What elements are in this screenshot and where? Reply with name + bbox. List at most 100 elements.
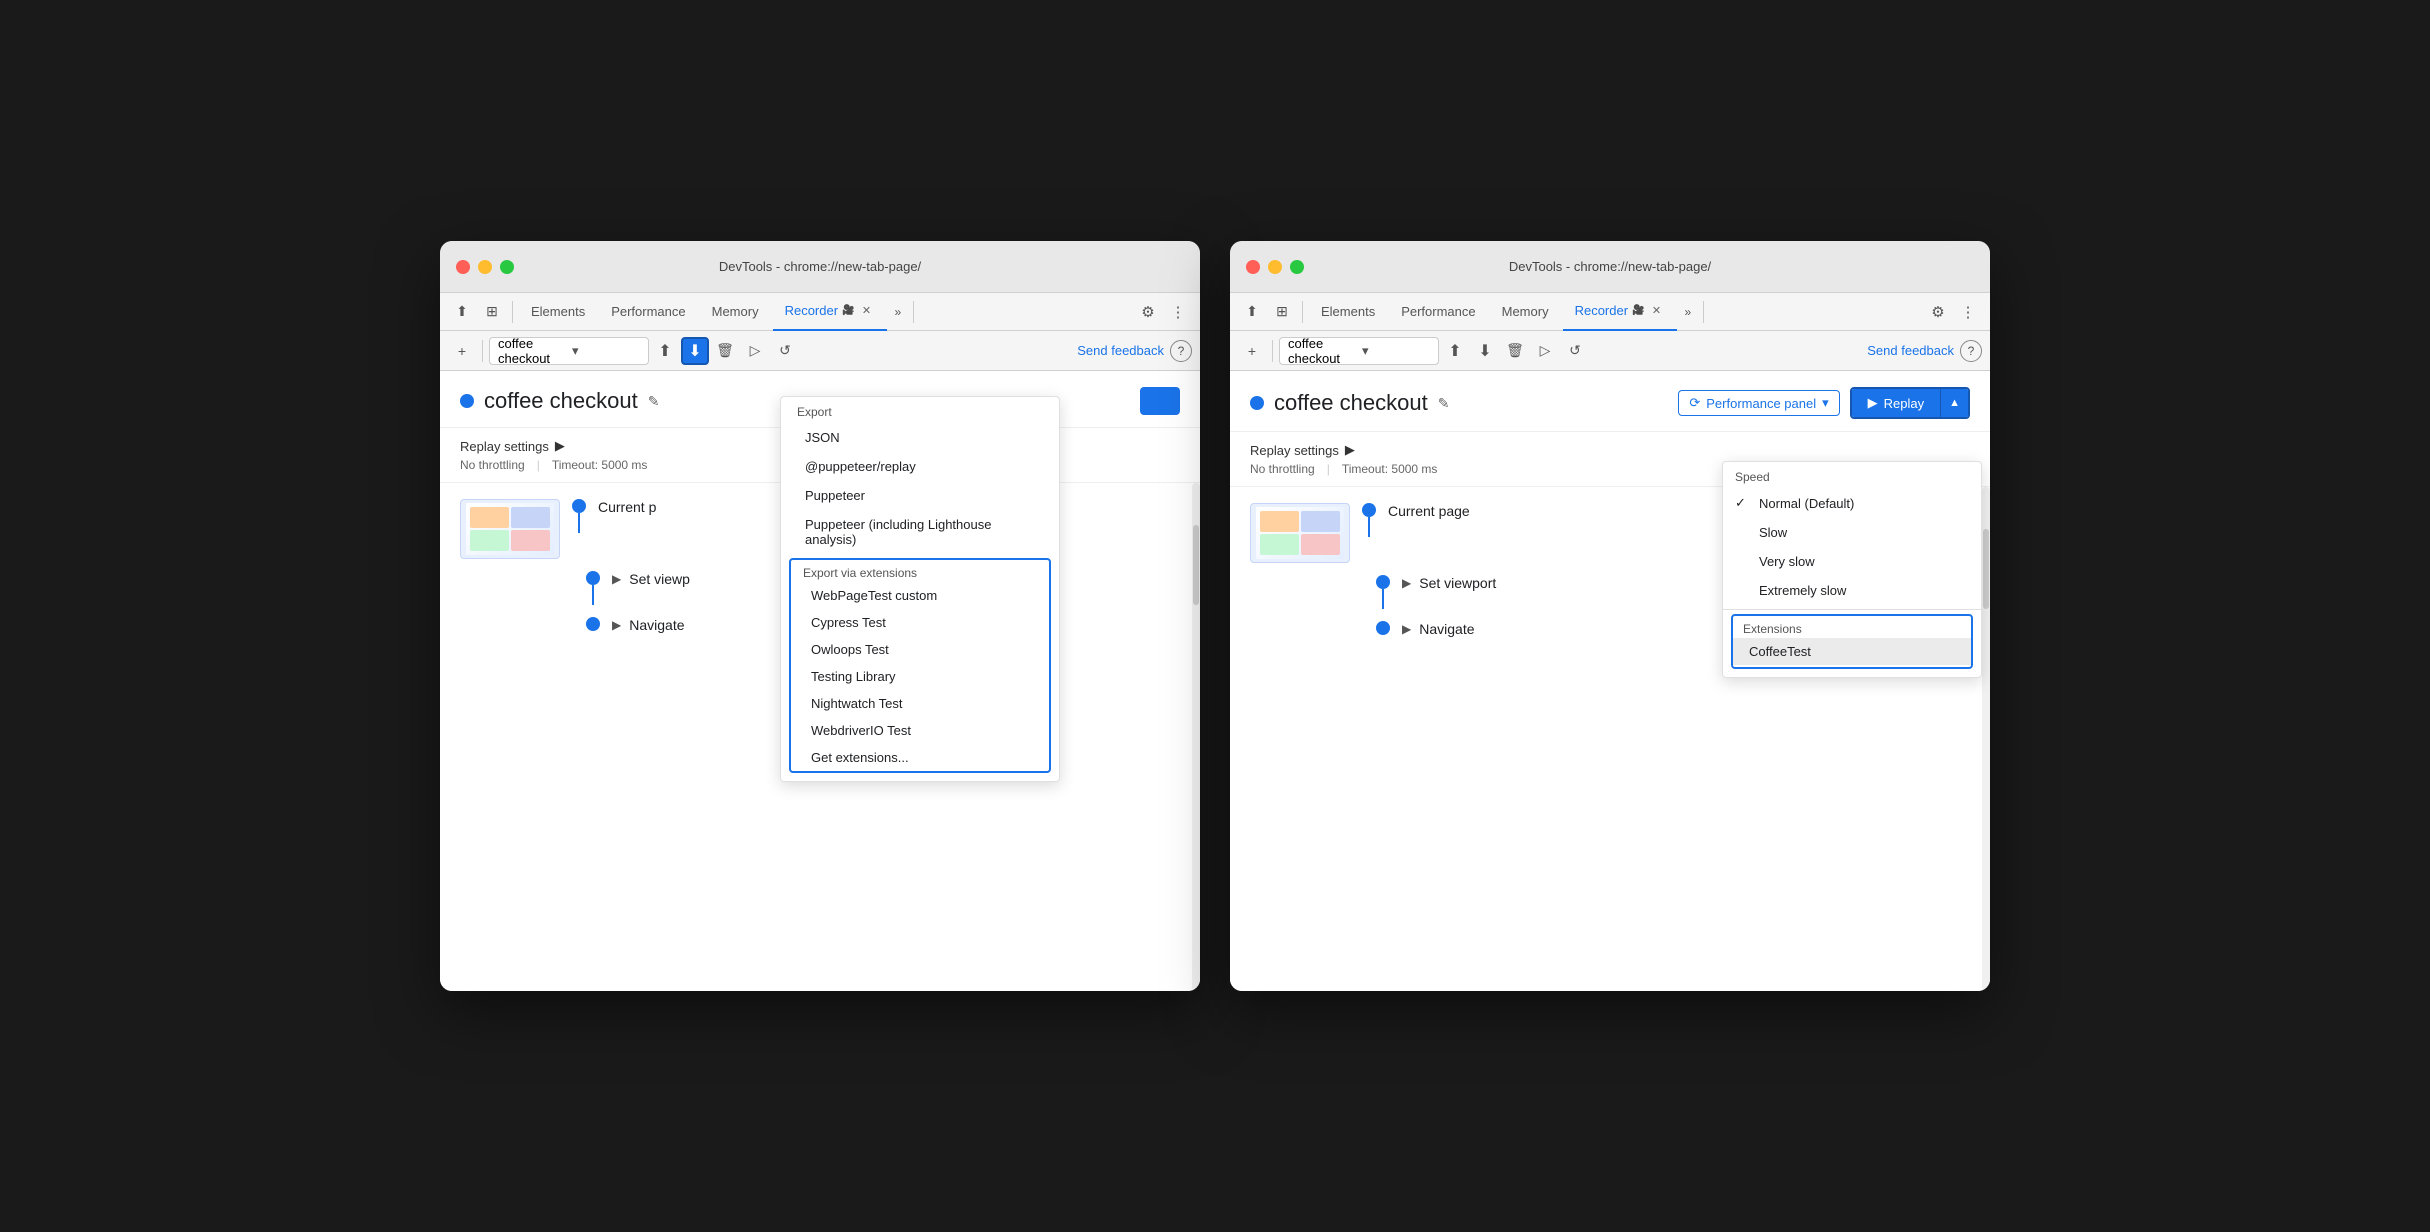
left-add-recording-button[interactable]: + bbox=[448, 337, 476, 365]
left-export-puppeteer[interactable]: Puppeteer bbox=[781, 481, 1059, 510]
left-close-button[interactable] bbox=[456, 260, 470, 274]
right-extensions-box: Extensions CoffeeTest bbox=[1731, 614, 1973, 669]
left-step-circle-page bbox=[572, 499, 586, 513]
left-play-step-button[interactable]: ▷ bbox=[741, 337, 769, 365]
left-send-feedback-link[interactable]: Send feedback bbox=[1073, 343, 1168, 358]
right-toolbar: + coffee checkout ▾ ⬆ ⬇ 🗑 ▷ ↺ Send feedb… bbox=[1230, 331, 1990, 371]
left-tab-recorder[interactable]: Recorder 🎥 ✕ bbox=[773, 293, 887, 331]
left-upload-button[interactable]: ⬆ bbox=[651, 337, 679, 365]
right-edit-icon[interactable]: ✎ bbox=[1438, 395, 1450, 412]
left-expand-viewport-icon[interactable]: ▶ bbox=[612, 572, 621, 586]
right-add-recording-button[interactable]: + bbox=[1238, 337, 1266, 365]
right-tab-more[interactable]: » bbox=[1679, 305, 1698, 319]
left-export-puppeteer-lighthouse[interactable]: Puppeteer (including Lighthouse analysis… bbox=[781, 510, 1059, 554]
left-delete-button[interactable]: 🗑 bbox=[711, 337, 739, 365]
left-maximize-button[interactable] bbox=[500, 260, 514, 274]
right-upload-button[interactable]: ⬆ bbox=[1441, 337, 1469, 365]
left-ext-testing-library[interactable]: Testing Library bbox=[791, 663, 1049, 690]
right-more-options-icon[interactable]: ⋮ bbox=[1954, 298, 1982, 326]
left-replay-area bbox=[1140, 387, 1180, 415]
left-more-options-icon[interactable]: ⋮ bbox=[1164, 298, 1192, 326]
right-play-step-button[interactable]: ▷ bbox=[1531, 337, 1559, 365]
right-step-nav-label: Navigate bbox=[1419, 621, 1474, 637]
right-thumbnail bbox=[1250, 503, 1350, 563]
right-speed-normal[interactable]: ✓ Normal (Default) bbox=[1723, 488, 1981, 518]
left-tab-more[interactable]: » bbox=[889, 305, 908, 319]
right-expand-viewport-icon[interactable]: ▶ bbox=[1402, 576, 1411, 590]
left-export-json[interactable]: JSON bbox=[781, 423, 1059, 452]
right-settings-icon[interactable]: ⚙ bbox=[1924, 298, 1952, 326]
right-maximize-button[interactable] bbox=[1290, 260, 1304, 274]
right-delete-button[interactable]: 🗑 bbox=[1501, 337, 1529, 365]
left-tab-memory[interactable]: Memory bbox=[700, 293, 771, 331]
right-coffee-test-item[interactable]: CoffeeTest bbox=[1733, 638, 1971, 665]
right-tab-elements[interactable]: Elements bbox=[1309, 293, 1387, 331]
left-export-dropdown: Export JSON @puppeteer/replay Puppeteer … bbox=[780, 396, 1060, 782]
right-throttling: No throttling bbox=[1250, 462, 1315, 476]
left-settings-icon[interactable]: ⚙ bbox=[1134, 298, 1162, 326]
left-scrollbar[interactable] bbox=[1192, 483, 1200, 991]
right-replay-button[interactable]: ▶ Replay bbox=[1852, 389, 1940, 417]
windows-container: DevTools - chrome://new-tab-page/ ⬆ ⊞ El… bbox=[440, 241, 1990, 991]
left-ext-webpagetest[interactable]: WebPageTest custom bbox=[791, 582, 1049, 609]
right-panels-icon[interactable]: ⊞ bbox=[1268, 298, 1296, 326]
left-ext-get-extensions[interactable]: Get extensions... bbox=[791, 744, 1049, 771]
left-export-puppeteer-replay[interactable]: @puppeteer/replay bbox=[781, 452, 1059, 481]
right-tab-divider bbox=[1302, 301, 1303, 323]
right-tab-performance[interactable]: Performance bbox=[1389, 293, 1487, 331]
right-download-button[interactable]: ⬇ bbox=[1471, 337, 1499, 365]
right-step-viewport-label: Set viewport bbox=[1419, 575, 1496, 591]
right-scrollbar-thumb[interactable] bbox=[1983, 529, 1989, 609]
left-panels-icon[interactable]: ⊞ bbox=[478, 298, 506, 326]
left-expand-nav-icon[interactable]: ▶ bbox=[612, 618, 621, 632]
right-replay-label: Replay bbox=[1884, 396, 1924, 411]
right-minimize-button[interactable] bbox=[1268, 260, 1282, 274]
right-scrollbar[interactable] bbox=[1982, 487, 1990, 991]
left-chevron-down-icon: ▾ bbox=[572, 343, 640, 359]
left-step-circle-viewport bbox=[586, 571, 600, 585]
left-step-nav-label: Navigate bbox=[629, 617, 684, 633]
right-step-circle-page bbox=[1362, 503, 1376, 517]
left-tab-recorder-close[interactable]: ✕ bbox=[859, 303, 875, 319]
left-ext-cypress[interactable]: Cypress Test bbox=[791, 609, 1049, 636]
left-toolbar-divider bbox=[482, 340, 483, 362]
left-cursor-icon[interactable]: ⬆ bbox=[448, 298, 476, 326]
left-ext-webdriverio[interactable]: WebdriverIO Test bbox=[791, 717, 1049, 744]
right-send-feedback-link[interactable]: Send feedback bbox=[1863, 343, 1958, 358]
left-minimize-button[interactable] bbox=[478, 260, 492, 274]
right-speed-extremely-slow[interactable]: Extremely slow bbox=[1723, 576, 1981, 605]
right-expand-nav-icon[interactable]: ▶ bbox=[1402, 622, 1411, 636]
right-speed-very-slow-label: Very slow bbox=[1759, 554, 1815, 569]
left-current-page-label: Current p bbox=[598, 499, 656, 515]
left-tab-divider2 bbox=[913, 301, 914, 323]
left-recording-selector[interactable]: coffee checkout ▾ bbox=[489, 337, 649, 365]
right-tab-recorder[interactable]: Recorder 🎥 ✕ bbox=[1563, 293, 1677, 331]
right-replay-settings-header[interactable]: Replay settings ▶ bbox=[1250, 442, 1970, 458]
left-edit-icon[interactable]: ✎ bbox=[648, 393, 660, 410]
left-toolbar: + coffee checkout ▾ ⬆ ⬇ 🗑 ▷ ↺ Send feedb… bbox=[440, 331, 1200, 371]
right-speed-very-slow[interactable]: Very slow bbox=[1723, 547, 1981, 576]
right-recording-name: coffee checkout bbox=[1288, 336, 1356, 366]
right-perf-panel-button[interactable]: ⟳ Performance panel ▾ bbox=[1678, 390, 1839, 416]
left-ext-nightwatch[interactable]: Nightwatch Test bbox=[791, 690, 1049, 717]
left-download-button[interactable]: ⬇ bbox=[681, 337, 709, 365]
right-recording-selector[interactable]: coffee checkout ▾ bbox=[1279, 337, 1439, 365]
left-redo-button[interactable]: ↺ bbox=[771, 337, 799, 365]
right-redo-button[interactable]: ↺ bbox=[1561, 337, 1589, 365]
right-tab-memory[interactable]: Memory bbox=[1490, 293, 1561, 331]
left-tab-elements[interactable]: Elements bbox=[519, 293, 597, 331]
left-ext-owloops[interactable]: Owloops Test bbox=[791, 636, 1049, 663]
right-tab-recorder-close[interactable]: ✕ bbox=[1649, 303, 1665, 319]
left-recording-title: coffee checkout bbox=[484, 388, 638, 414]
left-scrollbar-thumb[interactable] bbox=[1193, 525, 1199, 605]
right-perf-panel-chevron: ▾ bbox=[1822, 395, 1829, 411]
right-speed-slow[interactable]: Slow bbox=[1723, 518, 1981, 547]
left-help-button[interactable]: ? bbox=[1170, 340, 1192, 362]
right-close-button[interactable] bbox=[1246, 260, 1260, 274]
right-replay-dropdown-button[interactable]: ▲ bbox=[1940, 389, 1968, 417]
right-help-button[interactable]: ? bbox=[1960, 340, 1982, 362]
right-current-page-label: Current page bbox=[1388, 503, 1470, 519]
right-speed-slow-label: Slow bbox=[1759, 525, 1787, 540]
right-cursor-icon[interactable]: ⬆ bbox=[1238, 298, 1266, 326]
left-tab-performance[interactable]: Performance bbox=[599, 293, 697, 331]
